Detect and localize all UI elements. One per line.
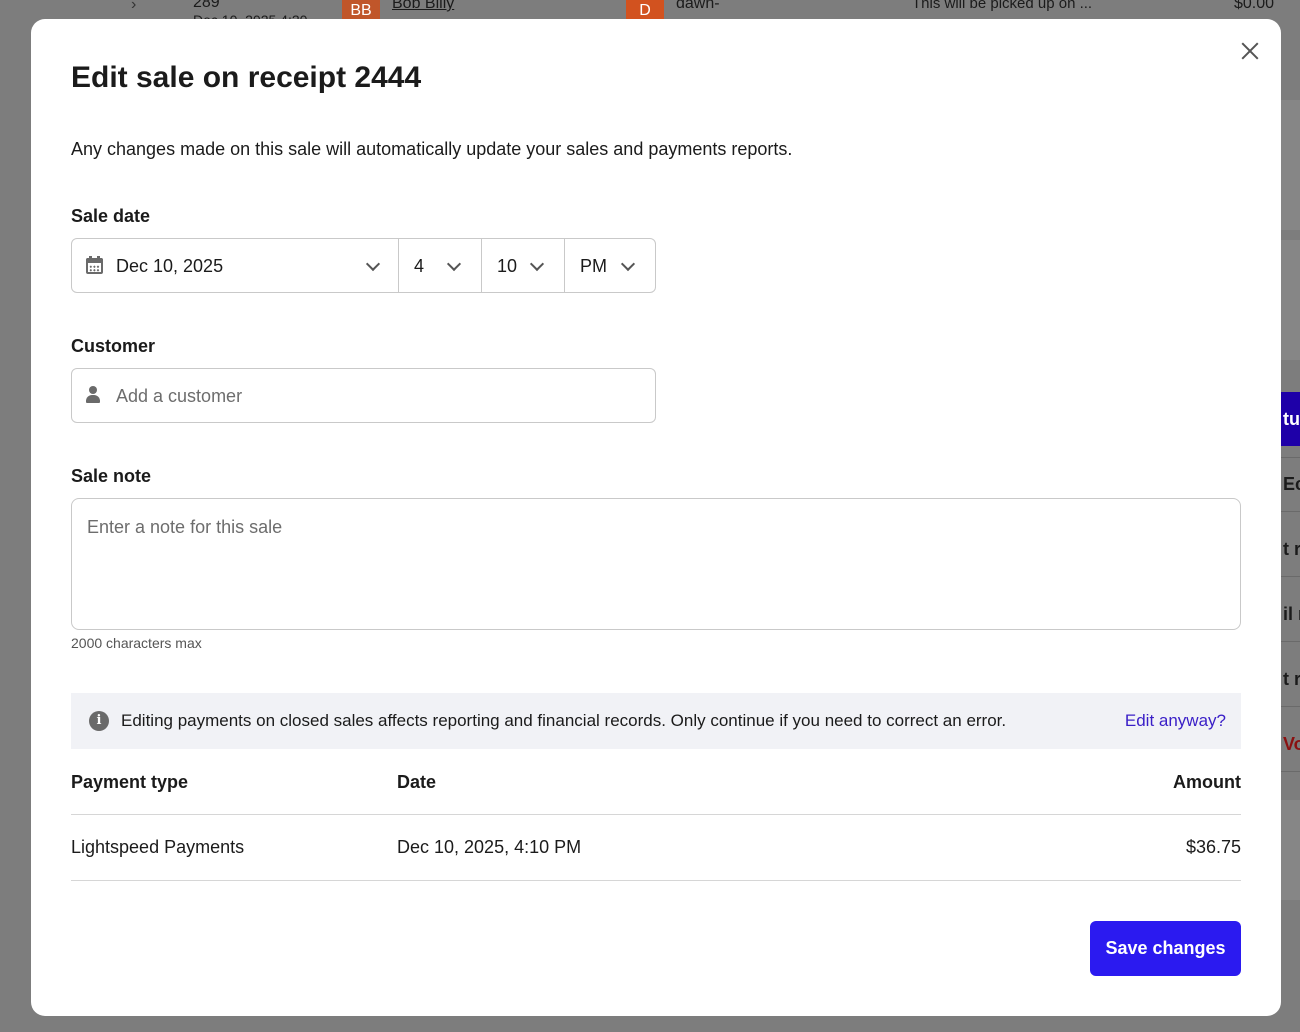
sale-note-label: Sale note — [71, 466, 152, 486]
hour-select[interactable]: 4 — [399, 239, 482, 292]
header-date: Date — [397, 772, 437, 792]
bg-customer-avatar: BB — [342, 0, 380, 19]
header-amount: Amount — [1173, 772, 1241, 792]
date-value: Dec 10, 2025 — [116, 256, 224, 276]
person-icon — [86, 386, 100, 403]
row-expand-chevron-icon: › — [131, 0, 137, 13]
payment-date-cell: Dec 10, 2025, 4:10 PM — [397, 837, 582, 857]
table-divider — [71, 880, 1241, 881]
close-icon[interactable] — [1238, 39, 1262, 63]
modal-description: Any changes made on this sale will autom… — [71, 139, 793, 159]
edit-anyway-link[interactable]: Edit anyway? — [1125, 711, 1226, 731]
minute-select[interactable]: 10 — [482, 239, 565, 292]
chevron-down-icon — [365, 256, 381, 272]
bg-amount: $0.00 — [1234, 0, 1275, 12]
bg-employee-avatar: D — [626, 0, 664, 19]
banner-message: Editing payments on closed sales affects… — [121, 711, 1007, 730]
meridiem-select[interactable]: PM — [565, 239, 655, 292]
bg-side-button: tu — [1281, 392, 1300, 446]
table-divider — [71, 814, 1241, 815]
bg-receipt-number: 289 — [193, 0, 220, 11]
customer-placeholder: Add a customer — [116, 386, 243, 406]
background-sales-row: › 289 Dec 10, 2025 4:20 BB Bob Billy D d… — [0, 0, 1300, 28]
background-side-panel: tu Ec t re il r t r Vo — [1281, 0, 1300, 1032]
info-icon: i — [89, 711, 109, 731]
customer-label: Customer — [71, 336, 156, 356]
save-changes-button[interactable]: Save changes — [1090, 921, 1241, 976]
modal-title: Edit sale on receipt 2444 — [71, 61, 422, 94]
bg-employee-name: dawn- — [676, 0, 720, 12]
warning-banner: i Editing payments on closed sales affec… — [71, 693, 1241, 749]
meridiem-value: PM — [580, 256, 607, 276]
chevron-down-icon — [620, 256, 636, 272]
payment-amount-cell: $36.75 — [1185, 837, 1241, 857]
header-payment-type: Payment type — [71, 772, 189, 792]
chevron-down-icon — [446, 256, 462, 272]
payment-type-cell: Lightspeed Payments — [71, 837, 245, 857]
bg-customer-link: Bob Billy — [392, 0, 455, 12]
sale-note-hint: 2000 characters max — [71, 635, 202, 651]
sale-date-picker: Dec 10, 2025 4 10 PM — [71, 238, 656, 293]
bg-note-preview: This will be picked up on ... — [912, 0, 1093, 12]
date-select[interactable]: Dec 10, 2025 — [72, 239, 399, 292]
sale-note-textarea[interactable]: Enter a note for this sale — [71, 498, 1241, 630]
calendar-icon — [86, 256, 103, 274]
sale-note-placeholder: Enter a note for this sale — [87, 517, 283, 537]
minute-value: 10 — [497, 256, 518, 276]
customer-input[interactable]: Add a customer — [71, 368, 656, 423]
chevron-down-icon — [529, 256, 545, 272]
sale-date-label: Sale date — [71, 206, 151, 226]
hour-value: 4 — [414, 256, 425, 276]
edit-sale-modal: Edit sale on receipt 2444 Any changes ma… — [31, 19, 1281, 1016]
